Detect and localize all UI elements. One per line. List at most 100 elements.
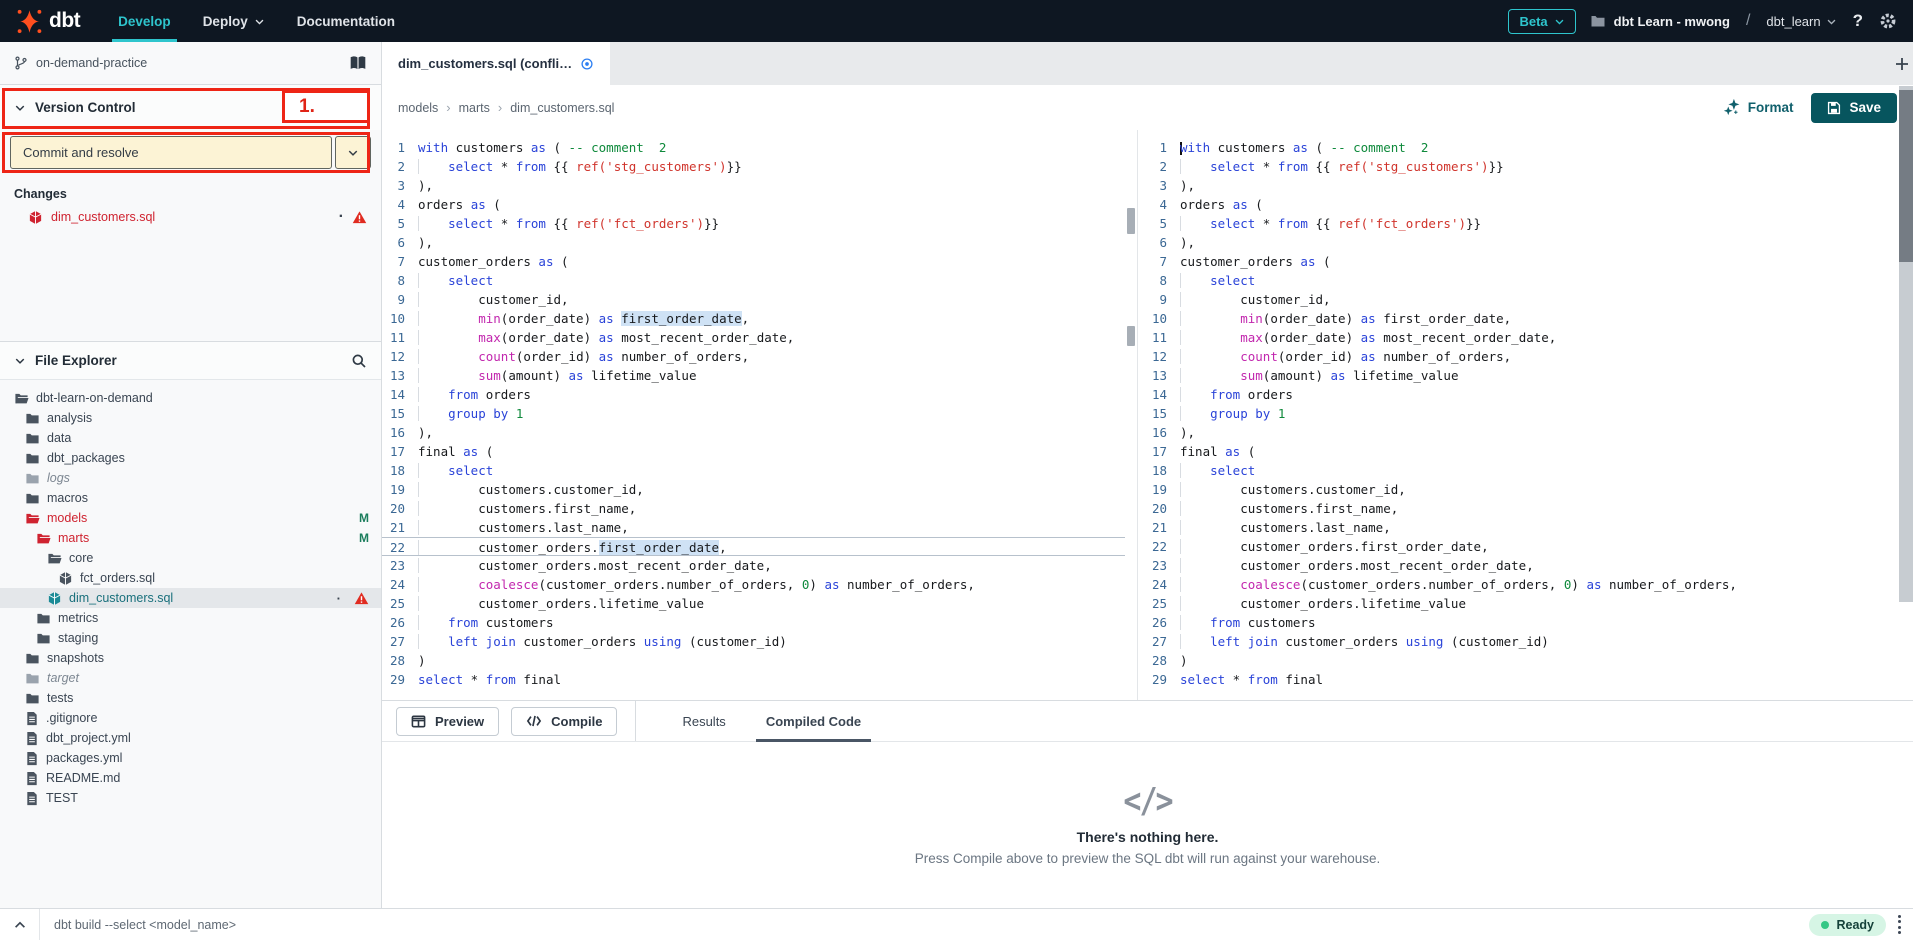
code-line-20[interactable]: 20 customers.first_name, bbox=[1144, 499, 1887, 518]
tab-compiled-code[interactable]: Compiled Code bbox=[750, 701, 877, 741]
code-line-28[interactable]: 28) bbox=[1144, 651, 1887, 670]
code-line-29[interactable]: 29select * from final bbox=[382, 670, 1125, 689]
code-line-13[interactable]: 13 sum(amount) as lifetime_value bbox=[1144, 366, 1887, 385]
tree-item-fct_orders.sql[interactable]: fct_orders.sql bbox=[0, 568, 381, 588]
editor-pane-left[interactable]: 1with customers as ( -- comment 22 selec… bbox=[382, 130, 1125, 700]
code-line-27[interactable]: 27 left join customer_orders using (cust… bbox=[382, 632, 1125, 651]
code-line-4[interactable]: 4orders as ( bbox=[382, 195, 1125, 214]
commit-dropdown-button[interactable] bbox=[335, 136, 371, 169]
expand-console-icon[interactable] bbox=[0, 909, 40, 940]
search-icon[interactable] bbox=[351, 353, 367, 369]
code-line-11[interactable]: 11 max(order_date) as most_recent_order_… bbox=[1144, 328, 1887, 347]
code-line-10[interactable]: 10 min(order_date) as first_order_date, bbox=[382, 309, 1125, 328]
code-line-12[interactable]: 12 count(order_id) as number_of_orders, bbox=[1144, 347, 1887, 366]
code-line-23[interactable]: 23 customer_orders.most_recent_order_dat… bbox=[382, 556, 1125, 575]
tree-item-macros[interactable]: macros bbox=[0, 488, 381, 508]
tree-item-target[interactable]: target bbox=[0, 668, 381, 688]
code-line-5[interactable]: 5 select * from {{ ref('fct_orders')}} bbox=[382, 214, 1125, 233]
code-line-27[interactable]: 27 left join customer_orders using (cust… bbox=[1144, 632, 1887, 651]
tab-results[interactable]: Results bbox=[666, 701, 741, 741]
code-line-25[interactable]: 25 customer_orders.lifetime_value bbox=[1144, 594, 1887, 613]
code-line-15[interactable]: 15 group by 1 bbox=[1144, 404, 1887, 423]
tree-item-dbt_packages[interactable]: dbt_packages bbox=[0, 448, 381, 468]
code-line-8[interactable]: 8 select bbox=[382, 271, 1125, 290]
save-button[interactable]: Save bbox=[1811, 93, 1897, 123]
code-line-17[interactable]: 17final as ( bbox=[1144, 442, 1887, 461]
code-line-14[interactable]: 14 from orders bbox=[382, 385, 1125, 404]
tree-item-analysis[interactable]: analysis bbox=[0, 408, 381, 428]
code-line-26[interactable]: 26 from customers bbox=[382, 613, 1125, 632]
gear-icon[interactable] bbox=[1879, 12, 1897, 30]
code-line-21[interactable]: 21 customers.last_name, bbox=[382, 518, 1125, 537]
project-selector[interactable]: dbt Learn - mwong bbox=[1590, 13, 1730, 29]
code-line-22[interactable]: 22 customer_orders.first_order_date, bbox=[382, 537, 1125, 556]
editor-pane-right[interactable]: 1with customers as ( -- comment 22 selec… bbox=[1144, 130, 1887, 700]
tree-item-packages.yml[interactable]: packages.yml bbox=[0, 748, 381, 768]
tree-item-snapshots[interactable]: snapshots bbox=[0, 648, 381, 668]
code-line-2[interactable]: 2 select * from {{ ref('stg_customers')}… bbox=[1144, 157, 1887, 176]
code-line-14[interactable]: 14 from orders bbox=[1144, 385, 1887, 404]
docs-book-icon[interactable] bbox=[349, 54, 367, 72]
nav-deploy[interactable]: Deploy bbox=[187, 0, 281, 42]
code-line-25[interactable]: 25 customer_orders.lifetime_value bbox=[382, 594, 1125, 613]
code-line-13[interactable]: 13 sum(amount) as lifetime_value bbox=[382, 366, 1125, 385]
tree-item-marts[interactable]: martsM bbox=[0, 528, 381, 548]
tree-item-tests[interactable]: tests bbox=[0, 688, 381, 708]
commit-and-resolve-button[interactable]: Commit and resolve bbox=[10, 136, 332, 169]
code-line-8[interactable]: 8 select bbox=[1144, 271, 1887, 290]
code-line-15[interactable]: 15 group by 1 bbox=[382, 404, 1125, 423]
code-line-16[interactable]: 16), bbox=[1144, 423, 1887, 442]
code-line-9[interactable]: 9 customer_id, bbox=[1144, 290, 1887, 309]
code-line-11[interactable]: 11 max(order_date) as most_recent_order_… bbox=[382, 328, 1125, 347]
beta-button[interactable]: Beta bbox=[1508, 9, 1575, 34]
tree-item-TEST[interactable]: TEST bbox=[0, 788, 381, 808]
tree-item-staging[interactable]: staging bbox=[0, 628, 381, 648]
help-icon[interactable]: ? bbox=[1851, 11, 1865, 31]
code-line-7[interactable]: 7customer_orders as ( bbox=[382, 252, 1125, 271]
tree-item-core[interactable]: core bbox=[0, 548, 381, 568]
format-button[interactable]: Format bbox=[1724, 99, 1794, 116]
code-line-16[interactable]: 16), bbox=[382, 423, 1125, 442]
code-line-3[interactable]: 3), bbox=[382, 176, 1125, 195]
code-line-21[interactable]: 21 customers.last_name, bbox=[1144, 518, 1887, 537]
code-line-24[interactable]: 24 coalesce(customer_orders.number_of_or… bbox=[382, 575, 1125, 594]
command-input[interactable]: dbt build --select <model_name> bbox=[40, 918, 1809, 932]
window-scrollbar[interactable] bbox=[1899, 86, 1913, 602]
tree-item-dbt_project.yml[interactable]: dbt_project.yml bbox=[0, 728, 381, 748]
code-line-6[interactable]: 6), bbox=[1144, 233, 1887, 252]
code-line-4[interactable]: 4orders as ( bbox=[1144, 195, 1887, 214]
code-line-26[interactable]: 26 from customers bbox=[1144, 613, 1887, 632]
tree-item-models[interactable]: modelsM bbox=[0, 508, 381, 528]
nav-develop[interactable]: Develop bbox=[102, 0, 187, 42]
code-line-19[interactable]: 19 customers.customer_id, bbox=[382, 480, 1125, 499]
code-line-29[interactable]: 29select * from final bbox=[1144, 670, 1887, 689]
tree-item-.gitignore[interactable]: .gitignore bbox=[0, 708, 381, 728]
code-line-12[interactable]: 12 count(order_id) as number_of_orders, bbox=[382, 347, 1125, 366]
version-control-header[interactable]: Version Control bbox=[0, 85, 381, 130]
dbt-logo[interactable]: dbt bbox=[0, 0, 102, 42]
new-tab-plus-icon[interactable] bbox=[1894, 42, 1910, 85]
nav-documentation[interactable]: Documentation bbox=[281, 0, 411, 42]
code-line-9[interactable]: 9 customer_id, bbox=[382, 290, 1125, 309]
code-line-1[interactable]: 1with customers as ( -- comment 2 bbox=[1144, 138, 1887, 157]
code-line-18[interactable]: 18 select bbox=[1144, 461, 1887, 480]
changed-file-dim-customers[interactable]: dim_customers.sql · bbox=[0, 205, 381, 229]
code-line-19[interactable]: 19 customers.customer_id, bbox=[1144, 480, 1887, 499]
code-line-23[interactable]: 23 customer_orders.most_recent_order_dat… bbox=[1144, 556, 1887, 575]
tree-item-dim_customers.sql[interactable]: dim_customers.sql· bbox=[0, 588, 381, 608]
file-explorer-header[interactable]: File Explorer bbox=[0, 341, 381, 380]
code-line-18[interactable]: 18 select bbox=[382, 461, 1125, 480]
code-line-2[interactable]: 2 select * from {{ ref('stg_customers')}… bbox=[382, 157, 1125, 176]
branch-row[interactable]: on-demand-practice bbox=[0, 42, 381, 85]
tree-item-dbt-learn-on-demand[interactable]: dbt-learn-on-demand bbox=[0, 388, 381, 408]
code-line-1[interactable]: 1with customers as ( -- comment 2 bbox=[382, 138, 1125, 157]
tab-dim-customers[interactable]: dim_customers.sql (confli… bbox=[382, 42, 610, 85]
code-line-22[interactable]: 22 customer_orders.first_order_date, bbox=[1144, 537, 1887, 556]
code-line-10[interactable]: 10 min(order_date) as first_order_date, bbox=[1144, 309, 1887, 328]
compile-button[interactable]: Compile bbox=[511, 707, 617, 736]
tree-item-metrics[interactable]: metrics bbox=[0, 608, 381, 628]
kebab-menu-icon[interactable] bbox=[1886, 915, 1913, 935]
code-line-17[interactable]: 17final as ( bbox=[382, 442, 1125, 461]
left-pane-scrollbar[interactable] bbox=[1125, 130, 1137, 700]
environment-selector[interactable]: dbt_learn bbox=[1766, 14, 1836, 29]
